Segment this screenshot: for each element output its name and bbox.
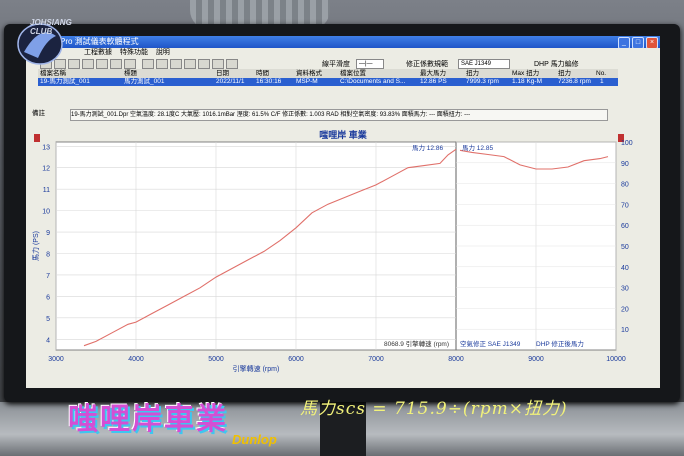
left-x-tick-label: 7000 [368,356,384,363]
window-titlebar: Pro 測試儀表軟體程式 _ □ × [26,36,660,49]
right-peak-annotation: 馬力 12.85 [462,143,493,152]
report-icon[interactable] [198,59,210,69]
col-header-torque[interactable]: 扭力 [466,69,506,78]
menu-item-special[interactable]: 特殊功能 [120,49,148,56]
left-x-tick-label: 4000 [128,356,144,363]
col-header-format[interactable]: 資料格式 [296,69,336,78]
left-y-axis-label: 馬力 (PS) [31,231,40,261]
right-y-tick-label: 30 [621,286,629,293]
left-x-tick-label: 5000 [208,356,224,363]
dyno-chart: 嗤哩岸 車業 4 5 6 7 8 9 10 11 12 13 3000 4000 5000 6000 700… [26,126,660,388]
cell-filename: 19-馬力測試_001 [40,78,90,85]
cell-time: 16:30:16 [256,78,282,85]
chart-title: 嗤哩岸 車業 [319,129,368,140]
right-y-tick-label: 90 [621,161,629,168]
left-y-tick-label: 6 [46,294,50,301]
right-x-tick-label: 10000 [606,356,626,363]
right-y-tick-label: 20 [621,306,629,313]
col-header-max-torque[interactable]: Max 扭力 [512,69,552,78]
left-x-tick-label: 8000 [448,356,464,363]
left-x-axis-label: 引擎轉速 (rpm) [233,364,280,373]
grid-icon[interactable] [96,59,108,69]
menu-item-help[interactable]: 說明 [156,49,170,56]
smooth-label: 線平滑度 [322,61,350,68]
right-y-tick-label: 60 [621,223,629,230]
col-header-location[interactable]: 檔案位置 [340,69,410,78]
right-y-tick-label: 10 [621,327,629,334]
shop-sticker: 嗤哩岸車業 [68,403,228,436]
info-icon[interactable] [226,59,238,69]
left-x-tick-label: 6000 [288,356,304,363]
file-table-header: 檔案名稱 標題 日期 時間 資料格式 檔案位置 最大馬力 扭力 Max 扭力 扭… [38,69,618,78]
left-y-tick-label: 9 [46,230,50,237]
left-y-tick-label: 10 [42,209,50,216]
cell-no: 1 [600,78,604,85]
col-header-date[interactable]: 日期 [216,69,252,78]
right-correction-annotation: 空氣修正 SAE J1349 [460,339,521,348]
compare-icon[interactable] [170,59,182,69]
right-y-tick-label: 100 [621,140,633,147]
left-cursor-annotation: 8068.9 引擎轉速 (rpm) [384,339,449,348]
left-plot-area [55,141,457,351]
correction-label: 修正係數規範 [406,61,448,68]
settings-icon[interactable] [142,59,154,69]
cell-title: 馬力測試_001 [124,78,165,85]
cell-format: MSP-M [296,78,318,85]
right-x-tick-label: 9000 [528,356,544,363]
col-header-no[interactable]: No. [596,69,616,78]
left-y-tick-label: 8 [46,252,50,259]
left-x-tick-label: 3000 [48,356,64,363]
logo-text: JOHSIANG CLUB [30,18,72,36]
print-icon[interactable] [124,59,136,69]
smooth-slider[interactable]: —|— [356,59,384,69]
left-y-tick-label: 12 [42,166,50,173]
cell-location: C:\Documents and S... [340,78,406,85]
col-header-torque-rpm[interactable]: 扭力 [558,69,592,78]
right-y-tick-label: 70 [621,202,629,209]
handwritten-note: 馬力scs = 715.9÷(rpm×扭力) [300,399,568,419]
monitor-bezel: Pro 測試儀表軟體程式 _ □ × 工程數據 特殊功能 說明 線平滑度 —|—… [4,24,680,402]
cell-max-hp: 12.86 PS [420,78,447,85]
col-header-time[interactable]: 時間 [256,69,292,78]
left-y-tick-label: 13 [42,144,50,151]
table-row[interactable]: 19-馬力測試_001 馬力測試_001 2022/11/1 16:30:16 … [38,78,618,86]
left-y-tick-label: 7 [46,273,50,280]
cell-max-torque: 1.18 Kg-M [512,78,542,85]
monitor-screen: Pro 測試儀表軟體程式 _ □ × 工程數據 特殊功能 說明 線平滑度 —|—… [26,36,660,388]
info-text: 19-馬力測試_001.Dpr 空氣溫度: 28.1度C 大氣壓: 1016.1… [70,109,608,121]
chart-icon[interactable] [110,59,122,69]
left-y-tick-label: 5 [46,316,50,323]
left-y-tick-label: 4 [46,337,50,344]
correction-select[interactable]: SAE J1349 [458,59,510,69]
dunlop-label: Dunlop [232,432,277,447]
col-header-title[interactable]: 標題 [124,69,204,78]
cell-date: 2022/11/1 [216,78,245,85]
table-icon[interactable] [156,59,168,69]
right-dhp-annotation: DHP 修正後馬力 [536,339,584,348]
left-y-tick-label: 11 [43,187,50,194]
cell-torque-rpm: 7999.3 rpm [466,78,499,85]
dhp-edit-label[interactable]: DHP 馬力編修 [534,59,579,69]
toolbar: 線平滑度 —|— 修正係數規範 SAE J1349 DHP 馬力編修 [26,58,660,69]
right-y-tick-label: 40 [621,265,629,272]
col-header-max-hp[interactable]: 最大馬力 [420,69,460,78]
left-peak-annotation: 馬力 12.86 [412,143,443,152]
info-label: 備註 [32,110,45,117]
export-icon[interactable] [212,59,224,69]
zoom-icon[interactable] [184,59,196,69]
right-y-tick-label: 80 [621,182,629,189]
left-scale-marker[interactable] [34,134,40,142]
club-logo: JOHSIANG CLUB [10,14,90,74]
cell-max-torque-rpm: 7236.8 rpm [558,78,591,85]
menu-bar: 工程數據 特殊功能 說明 [26,48,660,58]
right-y-tick-label: 50 [621,244,629,251]
